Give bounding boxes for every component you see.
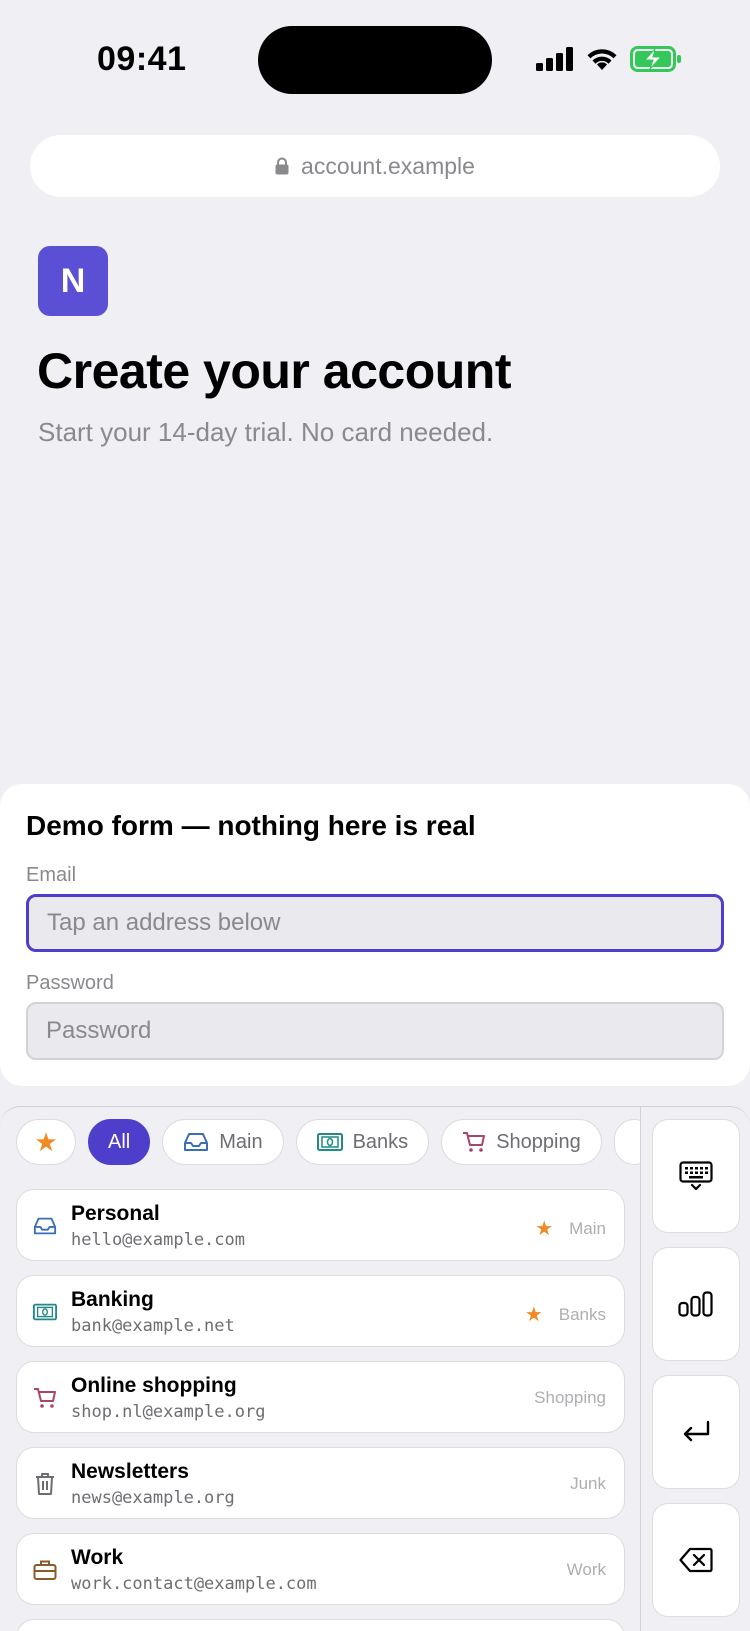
address-email: hello@example.com xyxy=(71,1230,245,1250)
banknote-icon xyxy=(33,1303,57,1321)
address-tag-label: Banks xyxy=(558,1304,606,1324)
keyboard-icon xyxy=(679,1161,713,1191)
address-tag-label: Main xyxy=(569,1218,606,1238)
address-row-partial[interactable] xyxy=(16,1619,625,1631)
inbox-icon xyxy=(184,1133,209,1151)
address-row-banking[interactable]: Banking bank@example.net ★ Banks xyxy=(16,1275,625,1347)
number-keys-icon xyxy=(678,1291,713,1317)
keyboard-toggle-button[interactable] xyxy=(652,1119,740,1233)
address-email: shop.nl@example.org xyxy=(71,1402,266,1422)
delete-key[interactable] xyxy=(652,1503,740,1617)
lock-icon xyxy=(275,157,289,175)
filter-chips: ★ All Main Banks Shopping xyxy=(16,1119,640,1167)
address-row-online-shopping[interactable]: Online shopping shop.nl@example.org Shop… xyxy=(16,1361,625,1433)
number-keys-button[interactable] xyxy=(652,1247,740,1361)
filter-shopping[interactable]: Shopping xyxy=(441,1119,602,1165)
address-tag-label: Work xyxy=(566,1560,606,1579)
address-tag: Junk xyxy=(570,1474,606,1494)
address-tag: Work xyxy=(567,1560,606,1580)
address-picker-panel: ★ All Main Banks Shopping Personal hello… xyxy=(0,1106,750,1631)
address-tag: ★ Main xyxy=(535,1216,606,1241)
panel-divider xyxy=(640,1107,641,1631)
email-field[interactable]: Tap an address below xyxy=(26,894,724,952)
form-title: Demo form — nothing here is real xyxy=(26,810,476,841)
url-bar[interactable]: account.example xyxy=(30,135,720,197)
star-icon: ★ xyxy=(524,1304,543,1326)
filter-all-label: All xyxy=(108,1130,131,1153)
address-row-work[interactable]: Work work.contact@example.com Work xyxy=(16,1533,625,1605)
delete-icon xyxy=(679,1547,713,1573)
star-icon: ★ xyxy=(535,1218,554,1240)
dynamic-island xyxy=(258,26,492,94)
address-name: Banking xyxy=(71,1288,154,1311)
status-time: 09:41 xyxy=(97,40,187,78)
status-icons xyxy=(536,44,682,74)
demo-form-card: Demo form — nothing here is real Email T… xyxy=(0,784,750,1086)
filter-main-label: Main xyxy=(219,1130,263,1153)
return-key[interactable] xyxy=(652,1375,740,1489)
address-row-newsletters[interactable]: Newsletters news@example.org Junk xyxy=(16,1447,625,1519)
address-email: work.contact@example.com xyxy=(71,1574,317,1594)
address-name: Online shopping xyxy=(71,1374,237,1397)
filter-banks-label: Banks xyxy=(352,1130,409,1153)
cellular-signal-icon xyxy=(536,47,573,71)
filter-shopping-label: Shopping xyxy=(496,1130,581,1153)
wifi-icon xyxy=(587,49,617,70)
app-logo: N xyxy=(38,246,108,316)
status-bar: 09:41 xyxy=(0,0,750,120)
star-icon: ★ xyxy=(34,1126,58,1157)
briefcase-icon xyxy=(33,1560,57,1580)
password-label: Password xyxy=(26,972,114,994)
filter-favorites[interactable]: ★ xyxy=(16,1119,76,1165)
filter-main[interactable]: Main xyxy=(162,1119,284,1165)
filter-all[interactable]: All xyxy=(88,1119,151,1165)
address-tag: ★ Banks xyxy=(525,1302,606,1327)
battery-charging-icon xyxy=(630,46,681,72)
filter-banks[interactable]: Banks xyxy=(295,1119,430,1165)
cart-icon xyxy=(463,1132,486,1152)
trash-icon xyxy=(36,1473,54,1495)
address-tag: Shopping xyxy=(534,1388,606,1408)
address-email: news@example.org xyxy=(71,1488,235,1508)
address-tag-label: Shopping xyxy=(534,1388,606,1407)
address-name: Work xyxy=(71,1546,124,1569)
address-row-personal[interactable]: Personal hello@example.com ★ Main xyxy=(16,1189,625,1261)
address-name: Newsletters xyxy=(71,1460,189,1483)
address-email: bank@example.net xyxy=(71,1316,235,1336)
return-icon xyxy=(683,1420,710,1442)
inbox-icon xyxy=(33,1217,57,1235)
page-title: Create your account xyxy=(37,343,511,399)
banknote-icon xyxy=(316,1133,343,1151)
url-text: account.example xyxy=(301,152,475,179)
page-subtitle: Start your 14-day trial. No card needed. xyxy=(38,417,494,447)
cart-icon xyxy=(34,1388,56,1408)
address-name: Personal xyxy=(71,1202,160,1225)
password-field[interactable]: Password xyxy=(26,1002,724,1060)
filter-more[interactable] xyxy=(613,1119,640,1165)
address-tag-label: Junk xyxy=(570,1474,606,1493)
email-label: Email xyxy=(26,864,77,886)
